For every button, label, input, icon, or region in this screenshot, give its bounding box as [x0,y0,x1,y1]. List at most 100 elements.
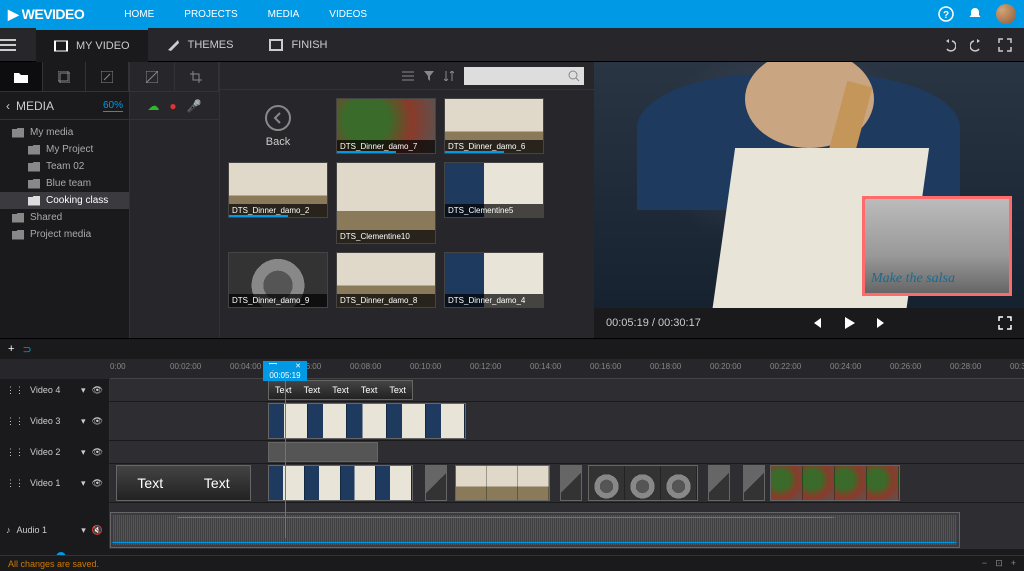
sort-icon[interactable] [444,71,454,81]
preview-viewport[interactable]: Make the salsa [594,62,1024,308]
media-thumb[interactable]: DTS_Dinner_damo_9 [228,252,328,308]
playhead-handle[interactable]: 00:05:19 [263,361,307,381]
track-video4: ⋮⋮Video 4▾👁 TextTextTextTextText [0,379,1024,402]
zoom-fit-icon[interactable]: ⊡ [995,558,1003,569]
add-track-icon[interactable]: + [8,343,14,355]
media-thumb[interactable]: DTS_Dinner_damo_2 [228,162,328,218]
undo-icon[interactable] [942,38,956,52]
svg-text:?: ? [943,10,949,21]
ruler-tick: 0:00 [110,362,126,371]
prev-icon[interactable] [809,316,823,330]
ruler-tick: 00:22:00 [770,362,801,371]
upload-pct: 60% [103,100,123,112]
media-title: MEDIA [16,99,54,113]
folder-icon [12,213,24,223]
media-thumb[interactable]: DTS_Dinner_damo_4 [444,252,544,308]
back-button[interactable]: Back [228,98,328,154]
avatar[interactable] [996,4,1016,24]
expand-icon[interactable] [998,316,1012,330]
ruler-tick: 00:20:00 [710,362,741,371]
nav-home[interactable]: HOME [124,9,154,20]
transition-clip[interactable] [743,465,765,501]
zoom-controls: − ⊡ + [982,558,1016,569]
play-icon[interactable] [841,315,857,331]
upload-icon[interactable]: ☁ [147,99,159,113]
media-thumb[interactable]: DTS_Clementine5 [444,162,544,218]
video-clip[interactable] [770,465,900,501]
top-bar: ▶ WEVIDEO HOME PROJECTS MEDIA VIDEOS ? [0,0,1024,28]
logo[interactable]: ▶ WEVIDEO [8,6,84,23]
media-thumb[interactable]: DTS_Dinner_damo_6 [444,98,544,154]
search-input[interactable] [464,67,584,85]
ruler-tick: 00:10:00 [410,362,441,371]
tab-themes[interactable]: THEMES [148,28,252,62]
tool-folder[interactable] [0,62,43,91]
text-clip[interactable]: TextTextTextTextText [268,380,413,400]
media-thumb[interactable]: DTS_Clementine10 [336,162,436,244]
tree-item[interactable]: My Project [0,141,129,158]
nav-projects[interactable]: PROJECTS [184,9,237,20]
preview-controls: 00:05:19 / 00:30:17 [594,308,1024,338]
track-video2: ⋮⋮Video 2▾👁 [0,441,1024,464]
tree-item[interactable]: Shared [0,209,129,226]
tree-item[interactable]: Blue team [0,175,129,192]
status-bar: All changes are saved. − ⊡ + [0,555,1024,571]
tree-item[interactable]: Team 02 [0,158,129,175]
tree-item[interactable]: My media [0,124,129,141]
video-clip[interactable] [268,465,413,501]
video-clip[interactable] [268,403,466,439]
transition-clip[interactable] [560,465,582,501]
nav-videos[interactable]: VIDEOS [329,9,367,20]
media-thumb[interactable]: DTS_Dinner_damo_7 [336,98,436,154]
drag-icon[interactable]: ⋮⋮ [6,385,24,396]
tree-item[interactable]: Cooking class [0,192,129,209]
time-display: 00:05:19 / 00:30:17 [606,317,701,329]
tool-library[interactable] [43,62,86,91]
transition-clip[interactable] [425,465,447,501]
help-icon[interactable]: ? [938,6,954,22]
folder-icon [28,145,40,155]
tool-crop[interactable] [175,62,220,91]
timeline: + ⊃ 00:05:19 0:0000:02:0000:04:0000:06:0… [0,338,1024,564]
chevron-left-icon[interactable]: ‹ [6,99,10,113]
ruler-tick: 00:28:00 [950,362,981,371]
library: BackDTS_Dinner_damo_7DTS_Dinner_damo_6DT… [220,62,594,338]
track-audio1: ♪Audio 1▾🔇 [0,511,1024,550]
text-clip[interactable]: TextText [116,465,251,501]
tool-edit[interactable] [86,62,129,91]
library-toolbar [220,62,594,90]
ruler-tick: 00:04:00 [230,362,261,371]
ruler-tick: 00:14:00 [530,362,561,371]
fullscreen-icon[interactable] [998,38,1012,52]
zoom-in-icon[interactable]: + [1011,558,1016,569]
playhead[interactable]: 00:05:19 [285,379,286,538]
mic-icon[interactable]: 🎤 [187,99,202,113]
media-thumb[interactable]: DTS_Dinner_damo_8 [336,252,436,308]
ruler-tick: 00:30:00 [1010,362,1024,371]
zoom-out-icon[interactable]: − [982,558,987,569]
video-clip[interactable] [588,465,698,501]
tab-my-video[interactable]: MY VIDEO [36,28,148,62]
tree-item[interactable]: Project media [0,226,129,243]
folder-icon [28,179,40,189]
menu-icon[interactable] [0,39,36,51]
folder-icon [28,196,40,206]
pip-text: Make the salsa [871,271,955,287]
transition-clip[interactable] [708,465,730,501]
magnet-icon[interactable]: ⊃ [22,343,31,356]
video-clip[interactable] [455,465,550,501]
redo-icon[interactable] [970,38,984,52]
nav-links: HOME PROJECTS MEDIA VIDEOS [124,9,367,20]
filter-icon[interactable] [424,71,434,81]
list-view-icon[interactable] [402,71,414,81]
record-icon[interactable]: ● [169,99,176,113]
audio-clip[interactable] [110,512,960,548]
side-tools [0,62,129,92]
nav-media[interactable]: MEDIA [268,9,300,20]
next-icon[interactable] [875,316,889,330]
ruler[interactable]: 00:05:19 0:0000:02:0000:04:0000:06:0000:… [110,359,1024,379]
bell-icon[interactable] [968,7,982,21]
tool-transform[interactable] [130,62,175,91]
folder-tree: My mediaMy ProjectTeam 02Blue teamCookin… [0,120,129,247]
tab-finish[interactable]: FINISH [251,28,345,62]
